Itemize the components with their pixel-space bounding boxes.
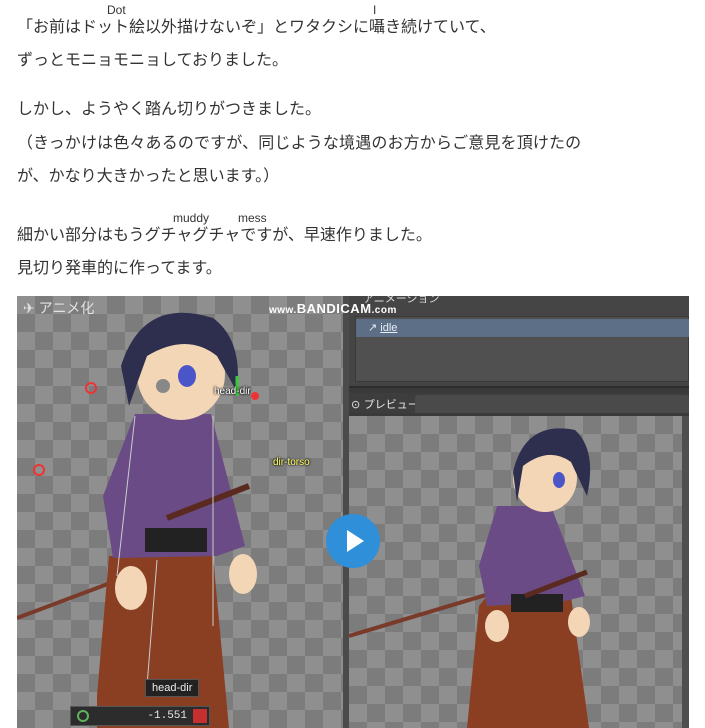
hand-preview-left [485, 610, 509, 642]
hand-right [229, 554, 257, 594]
preview-side-panel [682, 416, 689, 728]
bone-marker-1[interactable] [85, 382, 97, 394]
rotation-value-field[interactable]: -1.551 [70, 706, 210, 726]
preview-icon: ⊙ [351, 398, 364, 411]
preview-header: ⊙ プレビュー [349, 393, 689, 413]
play-button[interactable] [326, 514, 380, 568]
paragraph-line-5: が、かなり大きかったと思います。） [17, 166, 280, 185]
bone-marker-2[interactable] [33, 464, 45, 476]
character-preview [349, 428, 591, 728]
bandicam-watermark: www.BANDICAM.com [269, 301, 397, 316]
paragraph-line-3: しかし、ようやく踏ん切りがつきました。 [17, 99, 322, 118]
paragraph-line-6: 細かい部分はもうグチャグチャですが、早速作りました。 [17, 225, 432, 244]
animation-list: ↗ idle [355, 316, 689, 382]
key-icon[interactable] [193, 709, 207, 723]
paragraph-line-7: 見切り発車的に作ってます。 [17, 258, 222, 277]
paragraph-line-1: 「お前はドット絵以外描けないぞ」とワタクシに囁き続けていて、 [17, 17, 496, 36]
rotate-icon[interactable] [77, 710, 89, 722]
obi-left [145, 528, 207, 552]
preview-tabstrip [415, 395, 689, 413]
animation-item-idle[interactable]: ↗ idle [356, 319, 689, 337]
paragraph-line-2: ずっとモニョモニョしておりました。 [17, 50, 289, 69]
hand-preview-right [568, 607, 590, 637]
animation-panel: ↗ idle [349, 296, 689, 388]
bone-tooltip: head-dir [145, 679, 200, 697]
paragraph-line-4: （きっかけは色々あるのですが、同じような境遇のお方からご意見を頂けたの [17, 133, 582, 152]
character-rig-left [17, 312, 259, 728]
head-axis-x[interactable] [251, 392, 259, 400]
bone-joint-head[interactable] [156, 379, 170, 393]
embedded-video[interactable]: ✈ アニメ化 head-dir dir-torso head-dir -1.55… [17, 296, 689, 728]
obi-preview [511, 594, 563, 612]
animation-icon: ↗ [368, 322, 381, 334]
bone-label-head-dir[interactable]: head-dir [214, 386, 251, 397]
hand-left [115, 566, 147, 610]
eye-left [178, 365, 196, 387]
bone-label-dir-torso[interactable]: dir-torso [273, 457, 310, 468]
eye-preview [553, 472, 565, 488]
